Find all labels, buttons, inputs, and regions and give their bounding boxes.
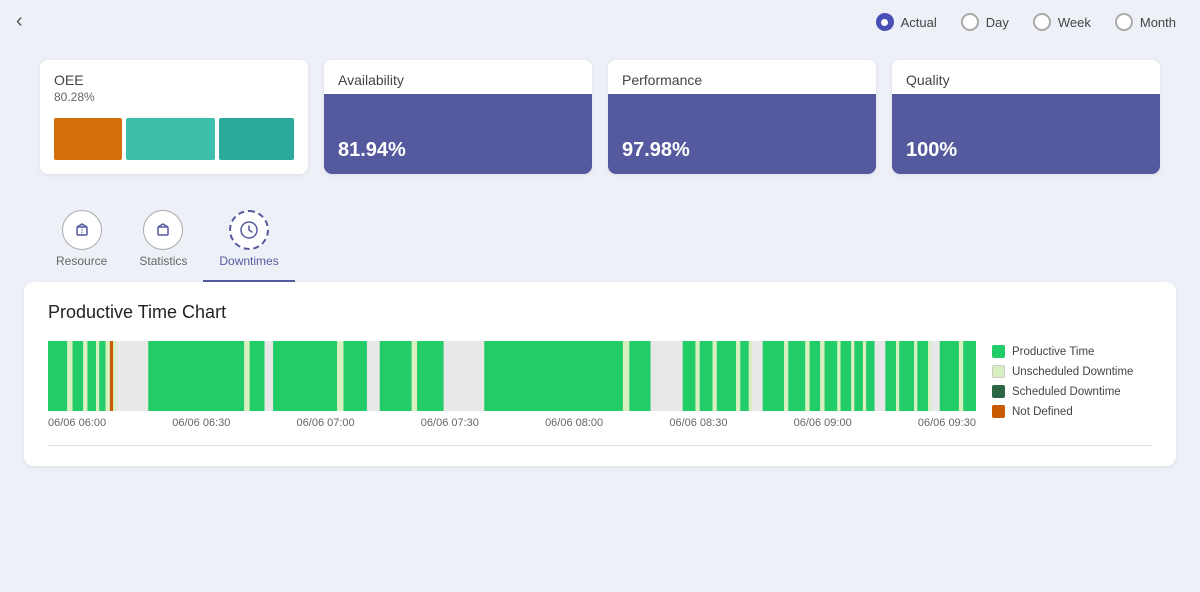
availability-title: Availability	[338, 72, 578, 88]
tab-resource-icon-circle	[62, 210, 102, 250]
bar-teal2	[219, 118, 294, 160]
radio-week	[1033, 13, 1051, 31]
radio-month	[1115, 13, 1133, 31]
oee-value: 80.28%	[54, 90, 294, 104]
quality-title: Quality	[906, 72, 1146, 88]
x-label-4: 06/06 08:00	[545, 417, 603, 429]
x-label-7: 06/06 09:30	[918, 417, 976, 429]
legend-label-unscheduled: Unscheduled Downtime	[1012, 366, 1133, 378]
x-label-0: 06/06 06:00	[48, 417, 106, 429]
x-label-5: 06/06 08:30	[669, 417, 727, 429]
resource-icon	[72, 220, 92, 240]
metrics-row: OEE 80.28% Availability 81.94% Performan…	[0, 44, 1200, 190]
chart-area: 06/06 06:00 06/06 06:30 06/06 07:00 06/0…	[48, 341, 1152, 429]
oee-bars	[40, 110, 308, 170]
radio-day	[961, 13, 979, 31]
chart-main: 06/06 06:00 06/06 06:30 06/06 07:00 06/0…	[48, 341, 976, 429]
radio-actual	[876, 13, 894, 31]
chart-container: Productive Time Chart	[24, 282, 1176, 466]
tab-statistics-icon-circle	[143, 210, 183, 250]
availability-filled: 81.94%	[324, 94, 592, 174]
legend-swatch-not-defined	[992, 405, 1005, 418]
legend-swatch-unscheduled	[992, 365, 1005, 378]
nav-month-label: Month	[1140, 15, 1176, 30]
chart-x-labels: 06/06 06:00 06/06 06:30 06/06 07:00 06/0…	[48, 417, 976, 429]
quality-header: Quality	[892, 60, 1160, 94]
legend-label-scheduled: Scheduled Downtime	[1012, 386, 1121, 398]
back-button[interactable]: ‹	[16, 10, 23, 33]
statistics-icon	[153, 220, 173, 240]
legend-label-productive: Productive Time	[1012, 346, 1094, 358]
nav-option-week[interactable]: Week	[1033, 13, 1091, 31]
legend-scheduled: Scheduled Downtime	[992, 385, 1152, 398]
top-navigation: Actual Day Week Month	[0, 0, 1200, 44]
legend-label-not-defined: Not Defined	[1012, 406, 1073, 418]
performance-value: 97.98%	[622, 139, 690, 162]
legend-swatch-productive	[992, 345, 1005, 358]
bar-orange	[54, 118, 122, 160]
nav-option-actual[interactable]: Actual	[876, 13, 937, 31]
oee-title: OEE	[54, 72, 294, 88]
tab-statistics-label: Statistics	[139, 254, 187, 268]
tab-downtimes[interactable]: Downtimes	[203, 202, 294, 282]
legend-swatch-scheduled	[992, 385, 1005, 398]
chart-title: Productive Time Chart	[48, 302, 1152, 323]
x-label-3: 06/06 07:30	[421, 417, 479, 429]
tab-resource[interactable]: Resource	[40, 202, 123, 282]
tab-resource-label: Resource	[56, 254, 107, 268]
availability-header: Availability	[324, 60, 592, 94]
chart-divider	[48, 445, 1152, 446]
tab-statistics[interactable]: Statistics	[123, 202, 203, 282]
performance-title: Performance	[622, 72, 862, 88]
tab-downtimes-icon-circle	[229, 210, 269, 250]
nav-actual-label: Actual	[901, 15, 937, 30]
availability-card: Availability 81.94%	[324, 60, 592, 174]
availability-value: 81.94%	[338, 139, 406, 162]
oee-header: OEE 80.28%	[40, 60, 308, 110]
chart-legend: Productive Time Unscheduled Downtime Sch…	[992, 341, 1152, 418]
performance-header: Performance	[608, 60, 876, 94]
x-label-2: 06/06 07:00	[297, 417, 355, 429]
legend-not-defined: Not Defined	[992, 405, 1152, 418]
legend-productive: Productive Time	[992, 345, 1152, 358]
downtimes-icon	[238, 219, 260, 241]
x-label-1: 06/06 06:30	[172, 417, 230, 429]
tab-downtimes-label: Downtimes	[219, 254, 278, 268]
productive-time-svg	[48, 341, 976, 411]
chart-svg-wrapper	[48, 341, 976, 411]
bar-teal	[126, 118, 215, 160]
nav-option-day[interactable]: Day	[961, 13, 1009, 31]
quality-card: Quality 100%	[892, 60, 1160, 174]
performance-filled: 97.98%	[608, 94, 876, 174]
legend-unscheduled: Unscheduled Downtime	[992, 365, 1152, 378]
nav-day-label: Day	[986, 15, 1009, 30]
nav-option-month[interactable]: Month	[1115, 13, 1176, 31]
tabs-row: Resource Statistics Downtimes	[0, 190, 1200, 282]
quality-filled: 100%	[892, 94, 1160, 174]
oee-card: OEE 80.28%	[40, 60, 308, 174]
x-label-6: 06/06 09:00	[794, 417, 852, 429]
performance-card: Performance 97.98%	[608, 60, 876, 174]
quality-value: 100%	[906, 139, 957, 162]
nav-week-label: Week	[1058, 15, 1091, 30]
